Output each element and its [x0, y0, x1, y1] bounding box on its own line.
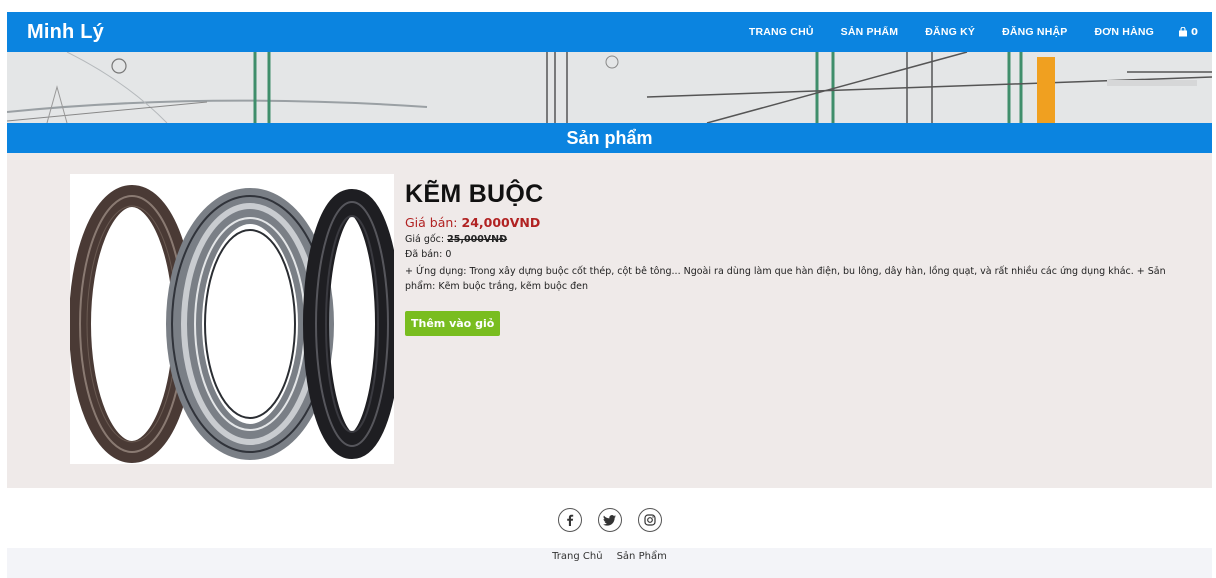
facebook-glyph	[566, 514, 573, 526]
product-original-price: Giá gốc: 25,000VNĐ	[405, 234, 1195, 245]
section-title: Sản phẩm	[7, 123, 1212, 153]
social-links	[7, 488, 1212, 548]
nav-menu: TRANG CHỦ SẢN PHẨM ĐĂNG KÝ ĐĂNG NHẬP ĐƠN…	[722, 26, 1198, 38]
banner-image	[7, 52, 1212, 123]
footer-link-products[interactable]: Sản Phẩm	[617, 551, 667, 578]
twitter-icon[interactable]	[597, 508, 622, 532]
brand-logo[interactable]: Minh Lý	[27, 21, 104, 44]
cart-button[interactable]: 0	[1178, 27, 1198, 38]
twitter-glyph	[603, 514, 616, 526]
navbar: Minh Lý TRANG CHỦ SẢN PHẨM ĐĂNG KÝ ĐĂNG …	[7, 12, 1212, 52]
nav-item-products[interactable]: SẢN PHẨM	[841, 26, 899, 38]
footer-link-home[interactable]: Trang Chủ	[552, 551, 602, 578]
original-price-value: 25,000VNĐ	[447, 234, 508, 245]
product-price: Giá bán: 24,000VND	[405, 215, 1195, 230]
product-name: KẼM BUỘC	[405, 180, 544, 208]
nav-item-register[interactable]: ĐĂNG KÝ	[925, 26, 975, 38]
sold-label: Đã bán:	[405, 249, 443, 260]
nav-item-login[interactable]: ĐĂNG NHẬP	[1002, 26, 1067, 38]
cart-count: 0	[1191, 26, 1198, 38]
shopping-bag-icon	[1179, 27, 1188, 37]
add-to-cart-button[interactable]: Thêm vào giỏ	[405, 311, 501, 336]
banner-illustration	[7, 52, 1212, 123]
product-description: + Ứng dụng: Trong xây dựng buộc cốt thép…	[405, 266, 1166, 292]
footer-links: Trang Chủ Sản Phẩm	[7, 548, 1212, 578]
price-label: Giá bán:	[405, 215, 458, 230]
product-info: KẼM BUỘC Giá bán: 24,000VND Giá gốc: 25,…	[405, 180, 1195, 336]
product-sold: Đã bán: 0	[405, 249, 1195, 260]
facebook-icon[interactable]	[557, 508, 582, 532]
nav-item-home[interactable]: TRANG CHỦ	[749, 26, 814, 38]
product-section: KẼM BUỘC Giá bán: 24,000VND Giá gốc: 25,…	[7, 153, 1212, 488]
wire-coils-illustration	[69, 185, 401, 463]
nav-item-orders[interactable]: ĐƠN HÀNG	[1094, 26, 1154, 38]
product-image[interactable]	[69, 174, 401, 464]
original-price-label: Giá gốc:	[405, 234, 445, 245]
page: Minh Lý TRANG CHỦ SẢN PHẨM ĐĂNG KÝ ĐĂNG …	[7, 12, 1212, 578]
price-value: 24,000VND	[461, 215, 541, 230]
sold-value: 0	[445, 249, 452, 260]
instagram-glyph	[643, 514, 656, 526]
instagram-icon[interactable]	[637, 508, 662, 532]
